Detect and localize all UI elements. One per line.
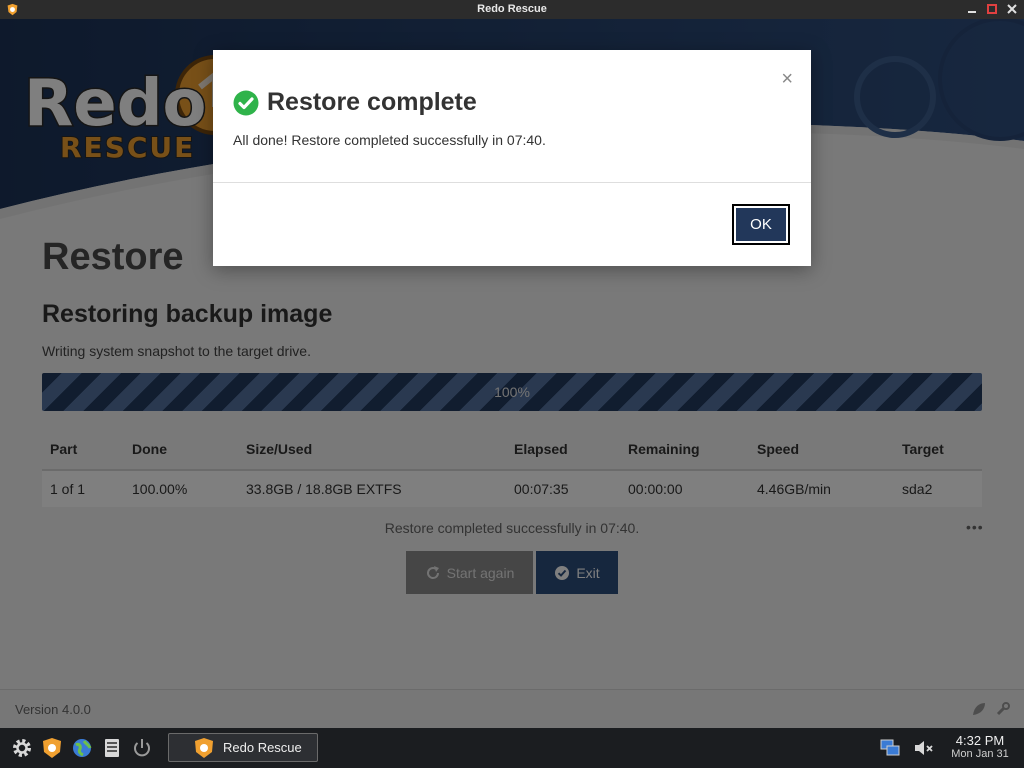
dialog-divider [213,182,811,183]
redo-rescue-task-icon [195,737,213,758]
close-icon [1007,4,1017,14]
dialog-message: All done! Restore completed successfully… [233,132,546,148]
settings-gear-icon[interactable] [11,737,33,759]
redo-app-icon [7,3,18,16]
redo-rescue-launcher-icon[interactable] [41,737,63,759]
maximize-icon [987,4,997,14]
web-browser-globe-icon[interactable] [71,737,93,759]
power-icon[interactable] [131,737,153,759]
dialog-title: Restore complete [233,88,477,117]
check-circle-icon [233,90,259,115]
restore-complete-dialog: × Restore complete All done! Restore com… [213,50,811,266]
volume-muted-icon[interactable] [912,737,934,759]
minimize-icon [968,11,976,13]
clock[interactable]: 4:32 PM Mon Jan 31 [946,733,1014,760]
network-icon[interactable] [879,737,901,759]
maximize-button[interactable] [986,2,998,16]
dialog-close-button[interactable]: × [781,69,793,89]
window-titlebar: Redo Rescue [0,0,1024,19]
task-label: Redo Rescue [223,740,302,755]
file-manager-icon[interactable] [101,737,123,759]
dialog-title-text: Restore complete [267,88,477,116]
clock-time: 4:32 PM [955,733,1005,748]
close-window-button[interactable] [1006,2,1018,16]
taskbar-task-redo-rescue[interactable]: Redo Rescue [168,733,318,762]
clock-date: Mon Jan 31 [951,748,1009,760]
ok-button[interactable]: OK [732,204,790,245]
taskbar: Redo Rescue 4:32 PM Mon Jan 31 [0,728,1024,768]
window-title: Redo Rescue [477,3,547,15]
minimize-button[interactable] [966,2,978,16]
